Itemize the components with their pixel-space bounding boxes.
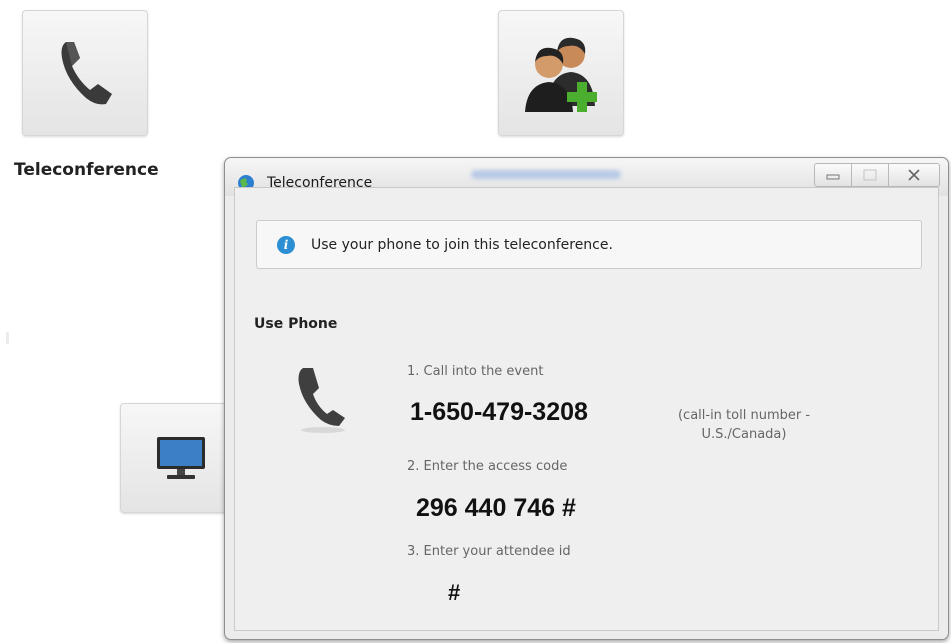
add-people-icon	[525, 37, 597, 112]
info-icon: i	[277, 235, 295, 254]
teleconference-tile[interactable]	[22, 10, 148, 136]
info-message: Use your phone to join this teleconferen…	[311, 236, 613, 253]
close-button[interactable]	[888, 163, 940, 187]
minimize-icon	[826, 174, 840, 180]
step-2-label: 2. Enter the access code	[407, 459, 568, 474]
maximize-button[interactable]	[851, 163, 889, 187]
section-title: Use Phone	[254, 316, 338, 332]
maximize-icon	[863, 169, 877, 181]
minimize-button[interactable]	[814, 163, 852, 187]
step-3-label: 3. Enter your attendee id	[407, 544, 571, 559]
phone-number: 1-650-479-3208	[410, 398, 588, 426]
toll-note: (call-in toll number - U.S./Canada)	[655, 406, 833, 444]
edge-fragment	[6, 332, 9, 344]
add-people-tile[interactable]	[498, 10, 624, 136]
dialog-content: i Use your phone to join this teleconfer…	[234, 187, 939, 631]
step-1-label: 1. Call into the event	[407, 364, 544, 379]
phone-icon	[61, 42, 112, 105]
monitor-icon	[157, 437, 205, 479]
window-controls	[814, 163, 940, 187]
attendee-id-placeholder: #	[448, 580, 461, 605]
info-banner: i Use your phone to join this teleconfer…	[256, 220, 922, 269]
toll-note-line-1: (call-in toll number -	[677, 408, 811, 423]
close-icon	[908, 169, 920, 181]
teleconference-dialog: Teleconference i Use your phone to join …	[224, 157, 949, 640]
toll-note-line-2: U.S./Canada)	[701, 427, 787, 442]
access-code: 296 440 746 #	[416, 494, 576, 522]
teleconference-tile-label: Teleconference	[14, 160, 159, 180]
phone-icon	[295, 364, 351, 438]
blurred-title-text	[471, 170, 621, 179]
